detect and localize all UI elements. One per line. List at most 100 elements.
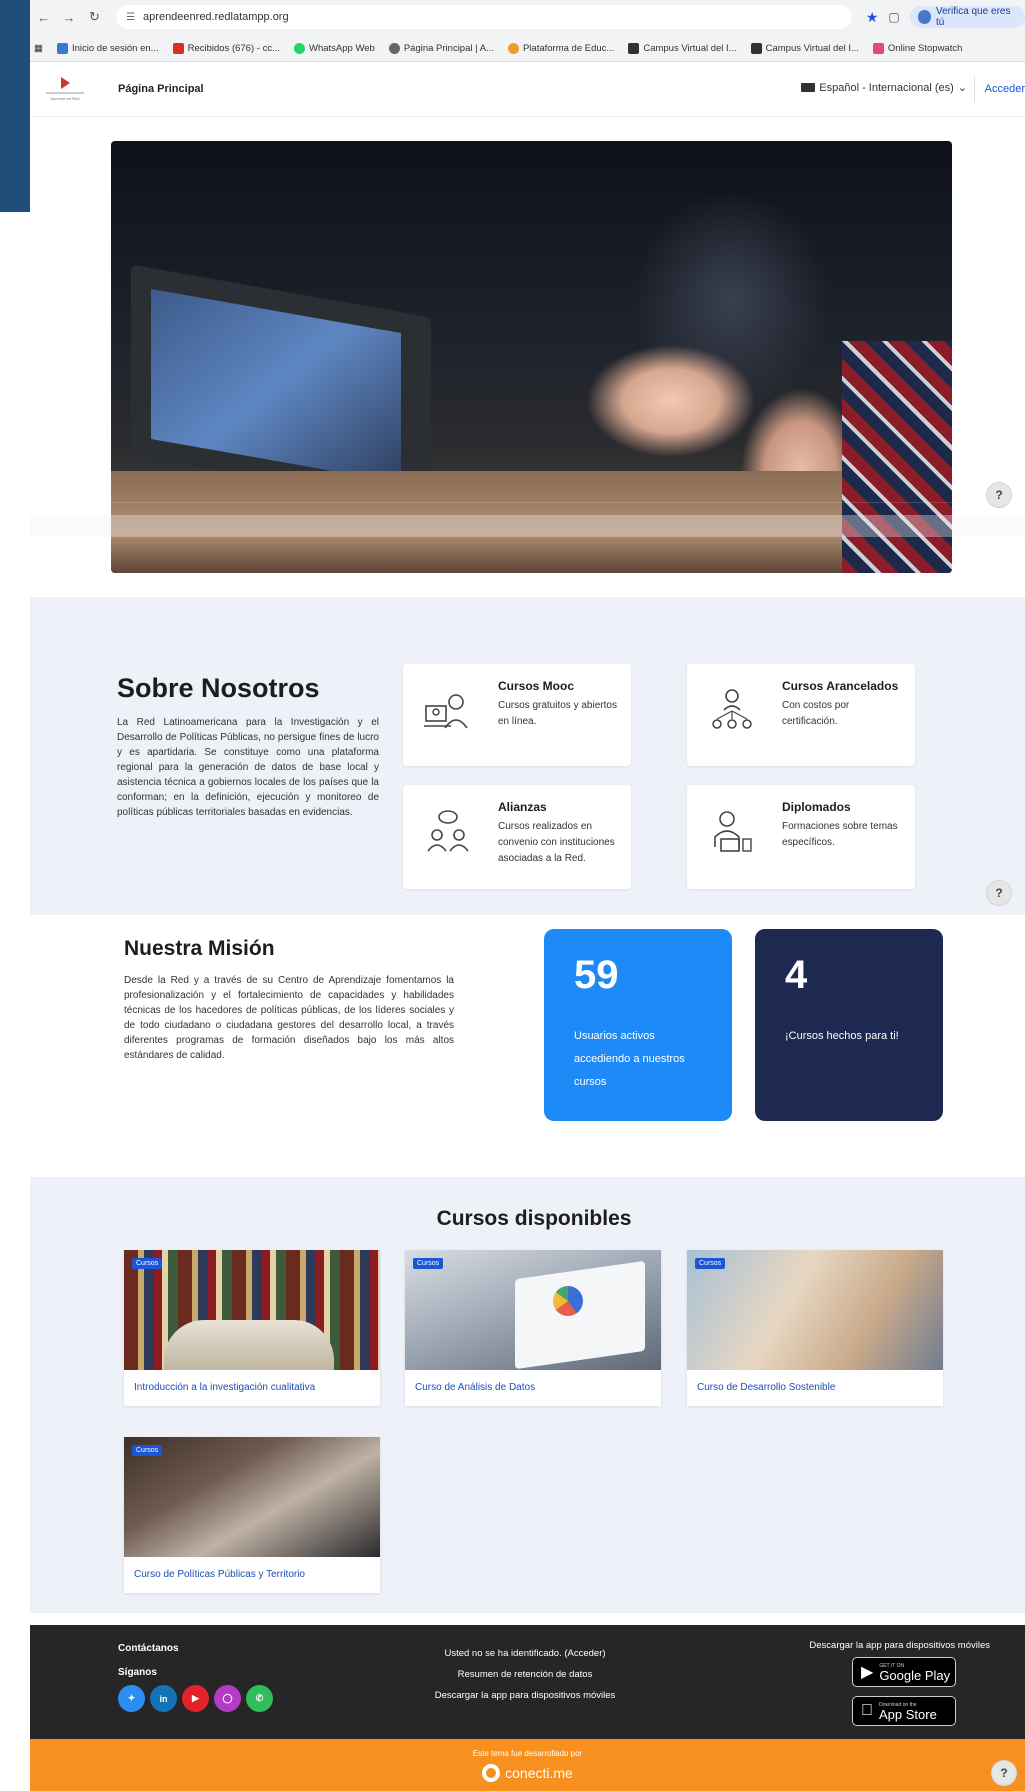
hero-band bbox=[111, 502, 952, 503]
url-text: aprendeenred.redlatampp.org bbox=[143, 11, 289, 23]
home-link[interactable]: Página Principal bbox=[118, 83, 204, 95]
login-status[interactable]: Usted no se ha identificado. (Acceder) bbox=[360, 1643, 690, 1664]
bookmark-item[interactable]: Online Stopwatch bbox=[872, 42, 963, 54]
profile-button[interactable]: Verifica que eres tú bbox=[909, 6, 1025, 28]
login-link[interactable]: Acceder bbox=[973, 76, 1025, 102]
url-input[interactable]: ☰ aprendeenred.redlatampp.org bbox=[116, 5, 852, 29]
google-play-button[interactable]: ▶ GET IT ON Google Play bbox=[852, 1657, 956, 1687]
language-icon bbox=[801, 83, 816, 92]
bookmark-star-icon[interactable]: ★ bbox=[866, 9, 879, 26]
bookmark-item[interactable]: Campus Virtual del I... bbox=[750, 42, 859, 54]
card-title: Alianzas bbox=[498, 800, 547, 814]
brand-link[interactable]: conecti.me bbox=[30, 1764, 1025, 1782]
card-alianzas[interactable]: Alianzas Cursos realizados en convenio c… bbox=[403, 785, 631, 889]
bookmark-favicon-icon bbox=[628, 42, 640, 54]
address-bar-row: ← → ↻ ☰ aprendeenred.redlatampp.org ★ ▢ … bbox=[0, 0, 1025, 34]
whatsapp-icon[interactable]: ✆ bbox=[246, 1685, 273, 1712]
bookmark-item[interactable]: Recibidos (676) - cc... bbox=[172, 42, 280, 54]
courses-title: Cursos disponibles bbox=[436, 1207, 632, 1230]
bookmark-item[interactable]: Página Principal | A... bbox=[388, 42, 494, 54]
social-links: ✦ in ▶ ◯ ✆ bbox=[118, 1685, 273, 1712]
reload-icon[interactable]: ↻ bbox=[85, 7, 104, 27]
stat-value: 4 bbox=[785, 953, 808, 997]
bookmark-label: Plataforma de Educ... bbox=[522, 42, 615, 54]
course-name[interactable]: Curso de Desarrollo Sostenible bbox=[697, 1382, 835, 1393]
people-chat-icon bbox=[427, 810, 469, 852]
data-retention-link[interactable]: Resumen de retención de datos bbox=[360, 1664, 690, 1685]
forward-icon[interactable]: → bbox=[59, 7, 78, 27]
course-name[interactable]: Introducción a la investigación cualitat… bbox=[134, 1382, 315, 1393]
site-info-icon[interactable]: ☰ bbox=[126, 12, 135, 23]
brand-name: conecti.me bbox=[505, 1765, 573, 1781]
card-title: Cursos Mooc bbox=[498, 679, 575, 693]
youtube-icon[interactable]: ▶ bbox=[182, 1685, 209, 1712]
course-badge: Cursos bbox=[413, 1258, 444, 1269]
mobile-app-link[interactable]: Descargar la app para dispositivos móvil… bbox=[360, 1685, 690, 1706]
course-image[interactable] bbox=[405, 1250, 661, 1370]
about-title: Sobre Nosotros bbox=[117, 673, 320, 703]
course-card[interactable]: Cursos Curso de Análisis de Datos bbox=[405, 1250, 661, 1406]
stat-card-courses: 4 ¡Cursos hechos para ti! bbox=[755, 929, 943, 1121]
apple-icon:  bbox=[861, 1702, 873, 1720]
back-icon[interactable]: ← bbox=[34, 7, 53, 27]
card-description: Con costos por certificación. bbox=[782, 700, 850, 727]
bookmark-favicon-icon bbox=[507, 42, 519, 54]
card-description: Cursos realizados en convenio con instit… bbox=[498, 821, 615, 864]
whatsapp-icon bbox=[294, 42, 305, 54]
app-store-button[interactable]:  Download on theApp Store bbox=[852, 1696, 956, 1726]
card-description: Formaciones sobre temas específicos. bbox=[782, 821, 898, 848]
card-diplomados[interactable]: Diplomados Formaciones sobre temas espec… bbox=[687, 785, 915, 889]
help-button[interactable]: ? bbox=[986, 880, 1012, 906]
linkedin-icon[interactable]: in bbox=[150, 1685, 177, 1712]
course-image[interactable] bbox=[687, 1250, 943, 1370]
profile-label: Verifica que eres tú bbox=[935, 6, 1011, 28]
card-cursos-arancelados[interactable]: Cursos Arancelados Con costos por certif… bbox=[687, 664, 915, 766]
bookmarks-bar: ▦ Inicio de sesión en... Recibidos (676)… bbox=[0, 34, 1025, 62]
logo-text: Aprende en Red bbox=[50, 96, 80, 101]
help-button[interactable]: ? bbox=[986, 482, 1012, 508]
avatar bbox=[917, 10, 931, 24]
stat-label: ¡Cursos hechos para ti! bbox=[785, 1030, 899, 1042]
bookmark-item[interactable]: WhatsApp Web bbox=[294, 42, 375, 54]
language-label: Español - Internacional (es) bbox=[819, 81, 954, 94]
bookmark-item[interactable]: Plataforma de Educ... bbox=[507, 42, 615, 54]
site-logo[interactable]: Aprende en Red bbox=[40, 69, 90, 109]
card-description: Cursos gratuitos y abiertos en línea. bbox=[498, 700, 617, 727]
twitter-icon[interactable]: ✦ bbox=[118, 1685, 145, 1712]
course-name[interactable]: Curso de Análisis de Datos bbox=[415, 1382, 535, 1393]
course-card[interactable]: Cursos Curso de Políticas Públicas y Ter… bbox=[124, 1437, 380, 1593]
language-selector[interactable]: Español - Internacional (es) ⌄ bbox=[801, 81, 967, 94]
course-badge: Cursos bbox=[695, 1258, 726, 1269]
course-card[interactable]: Cursos Introducción a la investigación c… bbox=[124, 1250, 380, 1406]
course-image[interactable] bbox=[124, 1437, 380, 1557]
logo-line bbox=[46, 92, 84, 94]
online-teacher-icon bbox=[424, 694, 468, 729]
help-label: ? bbox=[995, 488, 1003, 502]
mission-text: Desde la Red y a través de su Centro de … bbox=[124, 975, 454, 1061]
contact-link[interactable]: Contáctanos bbox=[118, 1643, 179, 1654]
instagram-icon[interactable]: ◯ bbox=[214, 1685, 241, 1712]
bookmark-item[interactable]: Inicio de sesión en... bbox=[56, 42, 159, 54]
app-download-label: Descargar la app para dispositivos móvil… bbox=[809, 1640, 990, 1651]
course-name[interactable]: Curso de Políticas Públicas y Territorio bbox=[134, 1569, 305, 1580]
help-button[interactable]: ? bbox=[991, 1760, 1017, 1786]
course-badge: Cursos bbox=[132, 1445, 163, 1456]
bookmark-label: Recibidos (676) - cc... bbox=[187, 42, 280, 54]
stat-label: Usuarios activos accediendo a nuestros c… bbox=[574, 1030, 685, 1088]
bookmark-label: Página Principal | A... bbox=[403, 42, 494, 54]
bookmark-item[interactable]: Campus Virtual del I... bbox=[628, 42, 737, 54]
bookmark-favicon-icon bbox=[750, 42, 762, 54]
hero-separator bbox=[30, 515, 1025, 537]
conectime-logo-icon bbox=[482, 1764, 501, 1782]
card-title: Diplomados bbox=[782, 800, 851, 814]
bookmark-label: Campus Virtual del I... bbox=[643, 42, 737, 54]
course-image[interactable] bbox=[124, 1250, 380, 1370]
extensions-icon[interactable]: ▢ bbox=[888, 10, 899, 24]
card-cursos-mooc[interactable]: Cursos Mooc Cursos gratuitos y abiertos … bbox=[403, 664, 631, 766]
course-card[interactable]: Cursos Curso de Desarrollo Sostenible bbox=[687, 1250, 943, 1406]
apps-icon[interactable]: ▦ bbox=[34, 43, 43, 54]
bookmark-label: Online Stopwatch bbox=[887, 42, 963, 54]
bookmark-label: WhatsApp Web bbox=[309, 42, 375, 54]
bookmark-label: Campus Virtual del I... bbox=[765, 42, 859, 54]
hero-image bbox=[111, 141, 952, 573]
